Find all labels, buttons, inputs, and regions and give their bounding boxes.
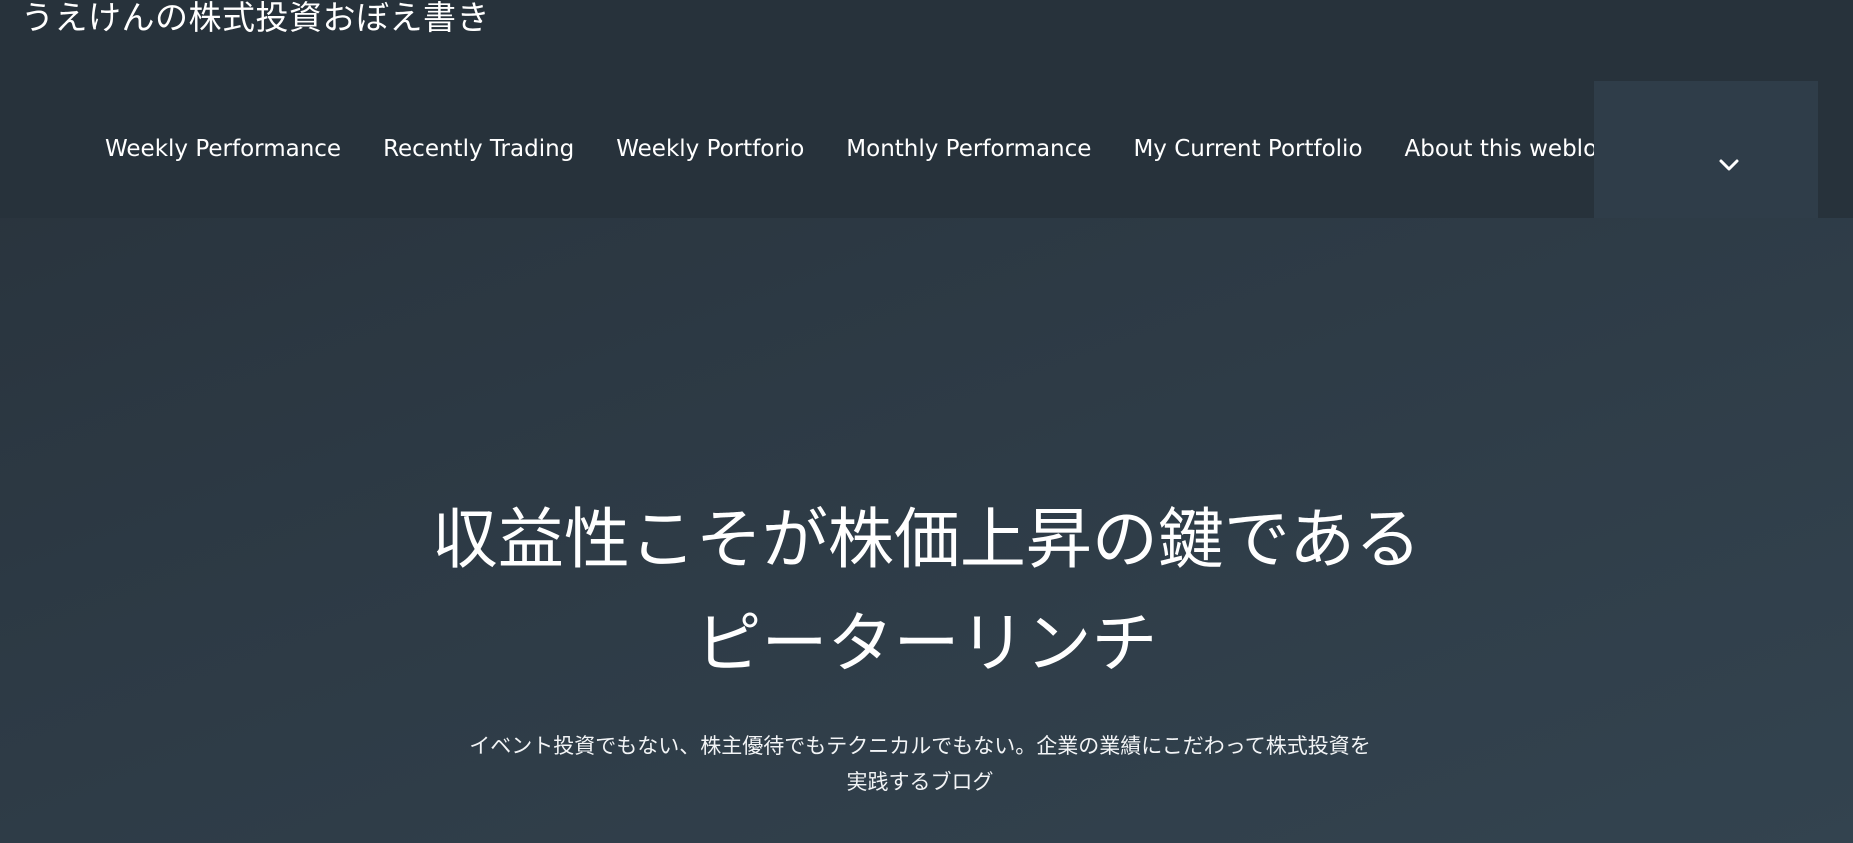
hero-quote: 収益性こそが株価上昇の鍵である ピーターリンチ [0, 488, 1853, 696]
main-navigation: Weekly Performance Recently Trading Week… [0, 80, 1633, 218]
hero-quote-line: 収益性こそが株価上昇の鍵である [431, 501, 1422, 578]
more-menu-toggle-button[interactable] [1594, 81, 1818, 218]
hero-description: イベント投資でもない、株主優待でもテクニカルでもない。企業の業績にこだわって株式… [469, 734, 1371, 794]
site-header: うえけんの株式投資おぼえ書き Weekly Performance Recent… [0, 0, 1853, 218]
nav-item-my-current-portfolio[interactable]: My Current Portfolio [1112, 80, 1383, 218]
hero-section: 収益性こそが株価上昇の鍵である ピーターリンチ イベント投資でもない、株主優待で… [0, 218, 1853, 843]
nav-item-monthly-performance[interactable]: Monthly Performance [825, 80, 1112, 218]
site-title[interactable]: うえけんの株式投資おぼえ書き [21, 0, 490, 38]
hero-quote-author: ピーターリンチ [695, 605, 1158, 682]
nav-item-weekly-portforio[interactable]: Weekly Portforio [595, 80, 825, 218]
nav-item-recently-trading[interactable]: Recently Trading [362, 80, 595, 218]
nav-item-weekly-performance[interactable]: Weekly Performance [83, 80, 362, 218]
chevron-down-icon [1719, 159, 1739, 170]
